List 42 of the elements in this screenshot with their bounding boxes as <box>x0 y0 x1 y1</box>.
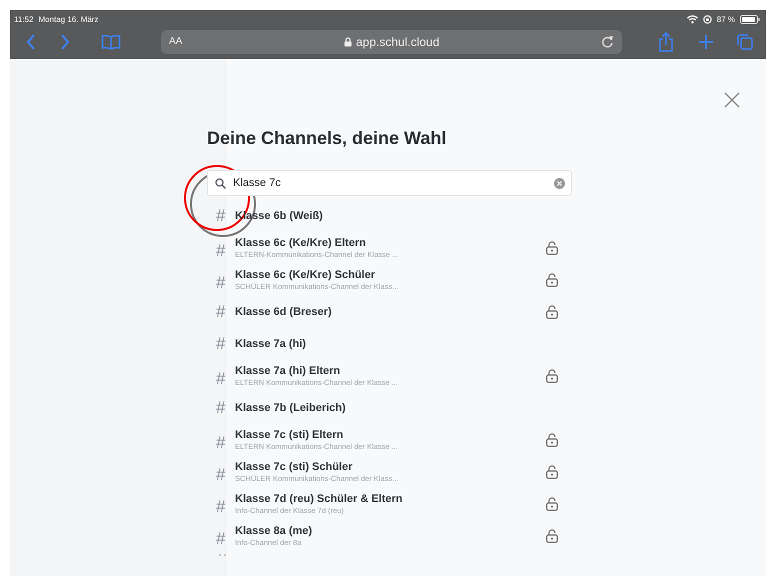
battery-level: 87 % <box>716 14 735 24</box>
channel-name[interactable]: Klasse 6c (Ke/Kre) Eltern <box>235 237 546 250</box>
channel-hash-icon: # <box>216 302 235 322</box>
reload-icon[interactable] <box>601 34 614 48</box>
back-icon[interactable] <box>25 32 37 50</box>
channel-hash-icon: # <box>216 363 235 389</box>
channel-hash-icon: # <box>216 427 235 453</box>
search-icon <box>215 178 226 189</box>
channel-hash-icon: # <box>216 523 235 549</box>
status-date: Montag 16. März <box>38 14 98 24</box>
channel-name[interactable]: Klasse 7c (sti) Eltern <box>235 429 546 442</box>
search-field[interactable]: Klasse 7c <box>207 170 572 196</box>
wifi-icon <box>686 14 698 24</box>
bookmarks-icon[interactable] <box>101 34 121 50</box>
clear-icon[interactable] <box>554 178 565 189</box>
channel-name[interactable]: Klasse 8a (me) <box>235 525 546 538</box>
channel-hash-icon: # <box>216 398 235 418</box>
new-tab-icon[interactable] <box>698 34 714 50</box>
forward-icon[interactable] <box>59 32 71 50</box>
channel-name[interactable]: Klasse 7c (sti) Schüler <box>235 461 546 474</box>
channel-name[interactable]: Klasse 7b (Leiberich) <box>235 402 546 414</box>
channel-hash-icon: # <box>216 235 235 261</box>
battery-icon <box>740 14 760 24</box>
channel-hash-icon: # <box>216 491 235 517</box>
status-time: 11:52 <box>14 14 34 24</box>
channel-name[interactable]: Klasse 7a (hi) <box>235 338 546 350</box>
channel-hash-icon: # <box>216 206 235 226</box>
channel-name[interactable]: Klasse 6c (Ke/Kre) Schüler <box>235 269 546 282</box>
channel-name[interactable]: Klasse 7a (hi) Eltern <box>235 365 546 378</box>
orientation-lock-icon <box>702 14 712 24</box>
channel-name[interactable]: Klasse 7d (reu) Schüler & Eltern <box>235 493 546 506</box>
channel-hash-icon: # <box>216 267 235 293</box>
channel-hash-icon: # <box>216 459 235 485</box>
tabs-icon[interactable] <box>736 32 754 50</box>
share-icon[interactable] <box>658 32 674 52</box>
dialog-title: Deine Channels, deine Wahl <box>207 128 448 149</box>
more-indicator-icon <box>219 554 226 556</box>
channel-name[interactable]: Klasse 6d (Breser) <box>235 306 546 318</box>
close-icon[interactable] <box>724 92 740 108</box>
lock-icon <box>344 36 352 46</box>
channel-hash-icon: # <box>216 334 235 354</box>
address-bar[interactable]: AA app.schul.cloud <box>161 30 622 54</box>
